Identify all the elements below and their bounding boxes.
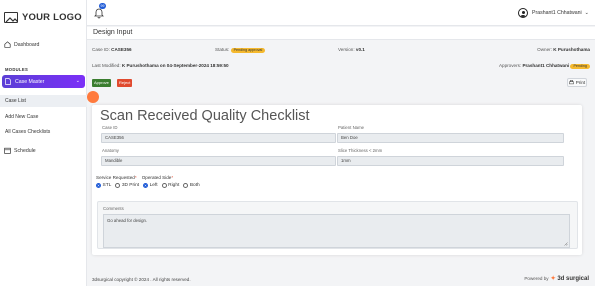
page-title: Design Input (93, 29, 133, 36)
owner-value: K Purushothama (553, 47, 590, 52)
comments-text: Go ahead for design. (107, 218, 148, 223)
status-group: Status: Pending approval (215, 47, 266, 53)
required-mark: * (134, 175, 137, 180)
brand-mark-icon: ✦ (550, 276, 556, 282)
last-modified-label: Last Modified: (92, 63, 121, 68)
slice-thickness-field[interactable]: 1mm (337, 156, 564, 166)
case-id-label: Case ID: (92, 47, 110, 52)
resize-handle-icon[interactable] (564, 242, 568, 246)
anatomy-field[interactable]: Mandible (101, 156, 336, 166)
left-radio[interactable] (143, 183, 149, 188)
sidebar-item-case-list[interactable]: Case List (5, 98, 26, 104)
print-label: Print (575, 80, 586, 85)
brand-logo[interactable]: ✦ 3d surgical (551, 275, 589, 282)
collapse-handle[interactable] (87, 91, 99, 103)
approvers-value: Prashant1 Chhatwani (522, 63, 570, 68)
checklist-card: Scan Received Quality Checklist Case ID … (92, 105, 582, 255)
status-badge: Pending approval (230, 48, 266, 53)
version-label: Version: (338, 47, 355, 52)
calendar-icon (4, 147, 11, 154)
user-menu[interactable]: Prashant1 Chhatwani ⌄ (518, 8, 589, 18)
logo[interactable]: YOUR LOGO (4, 8, 84, 26)
approve-button[interactable]: Approve (92, 79, 111, 87)
sidebar-item-label: Schedule (14, 147, 36, 154)
both-radio-label: Both (189, 183, 200, 188)
case-id-field[interactable]: CASE356 (101, 133, 336, 143)
printer-icon (569, 79, 574, 86)
right-radio-label: Right (168, 183, 180, 188)
notification-badge: 99 (99, 3, 106, 9)
sidebar-item-label: Case Master (15, 78, 45, 85)
approvers-group: Approvers: Prashant1 Chhatwani Pending (499, 63, 590, 69)
user-avatar-icon (518, 8, 529, 18)
modules-heading: MODULES (5, 67, 29, 72)
status-label: Status: (215, 47, 230, 52)
last-modified-value: K Purushothama on 04-September-2024 18:5… (121, 63, 229, 68)
approver-status-badge: Pending (570, 64, 590, 69)
sidebar-item-case-master[interactable]: Case Master ⌄ (2, 75, 85, 88)
sidebar-item-all-cases-checklists[interactable]: All Cases Checklists (5, 129, 50, 135)
file-icon (5, 78, 12, 85)
modified-info-row: Last Modified: K Purushothama on 04-Sept… (92, 63, 590, 69)
slice-thickness-label: Slice Thickness < 2mm (338, 148, 383, 153)
owner-label: Owner: (537, 47, 552, 52)
sidebar-item-schedule[interactable]: Schedule (4, 147, 36, 154)
service-requested-label: Service Requested (96, 175, 135, 180)
checklist-title: Scan Received Quality Checklist (100, 108, 310, 124)
user-name: Prashant1 Chhatwani (532, 10, 582, 16)
image-icon (4, 11, 18, 23)
brand-name: 3d surgical (557, 276, 589, 282)
left-radio-label: Left (149, 183, 158, 188)
stl-radio-label: STL (102, 183, 112, 188)
3d-print-radio-label: 3D Print (121, 183, 140, 188)
powered-by-label: Powered by (524, 276, 549, 281)
patient-name-label: Patient Name (338, 125, 365, 130)
case-info-row: Case ID: CASE356 Status: Pending approva… (92, 47, 590, 53)
sidebar-item-label: Dashboard (14, 41, 40, 48)
approvers-label: Approvers: (498, 63, 522, 68)
comments-label: Comments (103, 206, 124, 211)
sidebar: YOUR LOGO Dashboard MODULES Case Master … (0, 0, 87, 286)
3d-print-radio[interactable] (115, 183, 121, 188)
chevron-down-icon: ⌄ (75, 78, 80, 84)
comments-textarea[interactable]: Go ahead for design. (103, 214, 570, 248)
both-radio[interactable] (183, 183, 189, 188)
version-value: v0.1 (355, 47, 365, 52)
version-group: Version: v0.1 (338, 47, 365, 52)
stl-radio[interactable] (96, 183, 101, 188)
case-id-field-label: Case ID (102, 125, 118, 130)
anatomy-label: Anatomy (102, 148, 119, 153)
options-radio-group: STL 3D Print Left Right Both (96, 183, 200, 188)
sidebar-item-add-new-case[interactable]: Add New Case (5, 114, 38, 120)
chevron-down-icon: ⌄ (584, 10, 589, 16)
operated-side-label: Operated Side (141, 175, 172, 180)
copyright-text: 3dsurgical copyright © 2024 . All rights… (92, 277, 191, 282)
required-mark: * (171, 175, 174, 180)
top-header: 99 Prashant1 Chhatwani ⌄ (87, 0, 595, 26)
reject-button[interactable]: Reject (117, 79, 133, 87)
service-side-labels: Service Requested* Operated Side* (96, 175, 173, 180)
sidebar-item-dashboard[interactable]: Dashboard (4, 41, 39, 48)
page-title-bar: Design Input (87, 27, 595, 40)
powered-by: Powered by ✦ 3d surgical (524, 275, 589, 282)
case-id-value: CASE356 (111, 47, 132, 52)
print-button[interactable]: Print (567, 78, 587, 87)
logo-text: YOUR LOGO (22, 11, 82, 23)
right-radio[interactable] (161, 183, 167, 188)
comments-section: Comments Go ahead for design. (97, 201, 578, 249)
patient-name-field[interactable]: Ben Doe (337, 133, 564, 143)
owner-group: Owner: K Purushothama (537, 47, 590, 52)
home-icon (4, 41, 11, 48)
